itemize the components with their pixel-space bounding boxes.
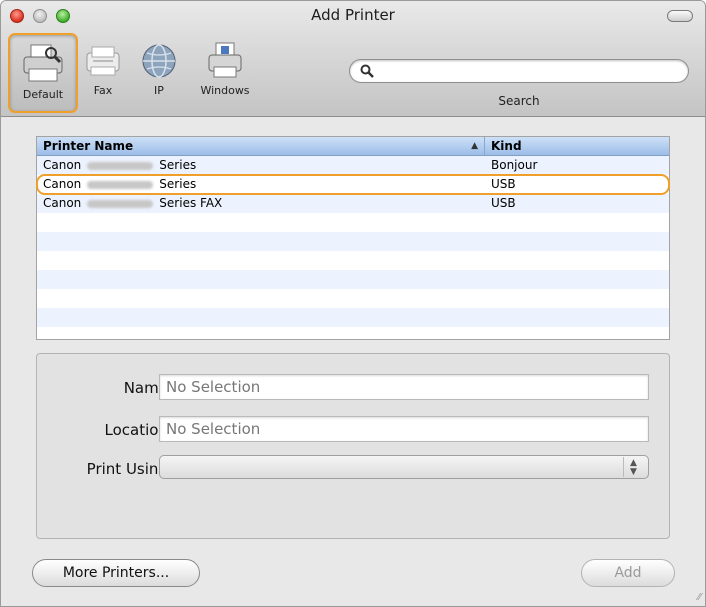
table-row[interactable]: Canon Series FAX USB bbox=[37, 194, 669, 213]
empty-row bbox=[37, 213, 669, 232]
toolbar-ip-label: IP bbox=[154, 84, 164, 97]
printer-list-table[interactable]: Printer Name ▲ Kind Canon Series Bonjour … bbox=[36, 136, 670, 340]
empty-row bbox=[37, 327, 669, 346]
more-printers-button[interactable]: More Printers... bbox=[32, 559, 200, 587]
resize-grip-icon[interactable]: ⁄⁄ bbox=[698, 592, 701, 603]
empty-row bbox=[37, 270, 669, 289]
column-header-printer-name[interactable]: Printer Name ▲ bbox=[37, 137, 485, 155]
globe-icon bbox=[142, 44, 176, 78]
printer-name-suffix: Series bbox=[159, 177, 197, 191]
default-printer-icon bbox=[23, 44, 63, 82]
search-label: Search bbox=[498, 94, 540, 108]
table-row-selected[interactable]: Canon Series USB bbox=[36, 174, 670, 195]
redacted-model bbox=[87, 180, 154, 189]
printer-name-suffix: Series FAX bbox=[159, 196, 223, 210]
location-field[interactable]: No Selection bbox=[159, 416, 649, 442]
toolbar-windows-button[interactable]: Windows bbox=[193, 41, 257, 97]
print-using-row: Print Using: ▲ ▼ bbox=[37, 455, 669, 481]
printer-name-cell: Canon Series FAX bbox=[37, 194, 485, 213]
print-using-popup[interactable]: ▲ ▼ bbox=[159, 455, 649, 479]
search-icon bbox=[360, 64, 374, 78]
updown-arrows-icon: ▲ ▼ bbox=[623, 457, 643, 477]
table-header: Printer Name ▲ Kind bbox=[37, 137, 669, 156]
add-printer-window: Add Printer Default Fax IP Windows Searc… bbox=[0, 0, 706, 607]
printer-name-cell: Canon Series bbox=[37, 175, 485, 194]
windows-printer-icon bbox=[208, 42, 242, 78]
location-row: Location: No Selection bbox=[37, 416, 669, 442]
toolbar-fax-button[interactable]: Fax bbox=[83, 41, 123, 97]
redacted-model bbox=[87, 161, 154, 170]
printer-kind-cell: USB bbox=[491, 177, 516, 191]
toolbar-windows-label: Windows bbox=[200, 84, 250, 97]
printer-name-header-label: Printer Name bbox=[43, 139, 134, 153]
toolbar-toggle-button[interactable] bbox=[667, 10, 693, 22]
printer-name-prefix: Canon bbox=[43, 158, 82, 172]
printer-kind-cell: Bonjour bbox=[491, 158, 538, 172]
printer-kind-cell: USB bbox=[491, 196, 516, 210]
fax-icon bbox=[86, 46, 120, 76]
toolbar-fax-label: Fax bbox=[93, 84, 113, 97]
add-button[interactable]: Add bbox=[581, 559, 675, 587]
column-header-kind[interactable]: Kind bbox=[485, 137, 528, 155]
printer-name-prefix: Canon bbox=[43, 177, 82, 191]
empty-row bbox=[37, 232, 669, 251]
empty-row bbox=[37, 251, 669, 270]
window-title: Add Printer bbox=[311, 6, 395, 24]
printer-name-cell: Canon Series bbox=[37, 156, 485, 175]
empty-row bbox=[37, 289, 669, 308]
sort-ascending-icon: ▲ bbox=[471, 141, 478, 151]
redacted-model bbox=[87, 199, 154, 208]
printer-name-prefix: Canon bbox=[43, 196, 82, 210]
name-field[interactable]: No Selection bbox=[159, 374, 649, 400]
toolbar-default-label: Default bbox=[22, 88, 64, 101]
printer-name-suffix: Series bbox=[159, 158, 197, 172]
printer-details-panel: Name: No Selection Location: No Selectio… bbox=[36, 353, 670, 539]
empty-row bbox=[37, 308, 669, 327]
toolbar-default-button[interactable]: Default bbox=[8, 33, 78, 113]
toolbar: Add Printer Default Fax IP Windows Searc… bbox=[1, 1, 705, 117]
search-field[interactable] bbox=[349, 59, 689, 83]
table-row[interactable]: Canon Series Bonjour bbox=[37, 156, 669, 175]
name-row: Name: No Selection bbox=[37, 374, 669, 400]
toolbar-ip-button[interactable]: IP bbox=[139, 41, 179, 97]
table-body: Canon Series Bonjour Canon Series USB Cano… bbox=[36, 156, 670, 346]
